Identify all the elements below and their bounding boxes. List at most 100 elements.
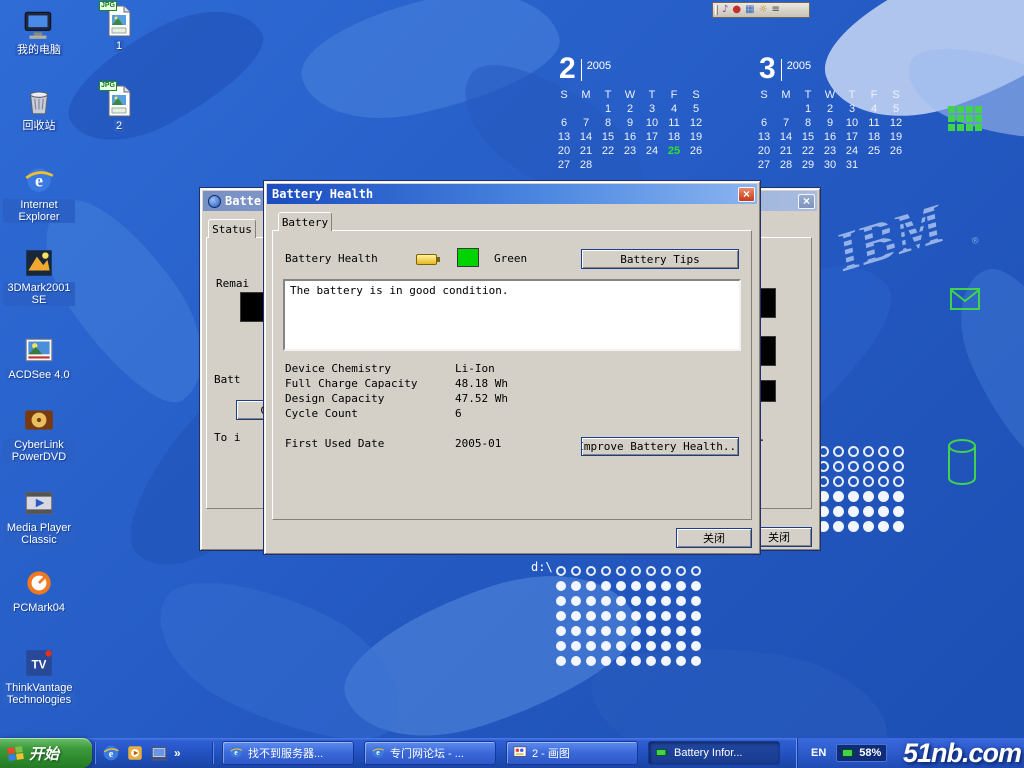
calendar-day: 5 [885, 102, 907, 116]
health-status-swatch [457, 248, 479, 267]
language-indicator[interactable]: EN [811, 747, 826, 759]
dot [661, 611, 671, 621]
battery-information-title: Batte [225, 194, 261, 208]
tab-status[interactable]: Status [208, 219, 256, 238]
calendar-dow: S [753, 88, 775, 102]
dots-pattern [556, 566, 701, 666]
calendar-day [863, 158, 885, 172]
close-icon[interactable]: × [798, 194, 815, 209]
internet-explorer-icon: e [22, 163, 56, 197]
calendar-day: 20 [553, 144, 575, 158]
calendar-day: 18 [863, 130, 885, 144]
menu-icon[interactable]: ≡ [772, 3, 780, 17]
calendar-dow: S [553, 88, 575, 102]
calendar-day: 25 [663, 144, 685, 158]
calendar-day: 6 [553, 116, 575, 130]
calendar-dow: S [685, 88, 707, 102]
battery-health-titlebar[interactable]: Battery Health × [267, 184, 757, 204]
calendar-day: 19 [685, 130, 707, 144]
dot [556, 596, 566, 606]
desktop-icon-pcmark04[interactable]: PCMark04 [2, 566, 76, 614]
taskbar-task-2[interactable]: e专门网论坛 - ... [364, 741, 496, 765]
desktop-file-jpg-file-2[interactable]: JPG2 [100, 84, 138, 132]
dot [676, 656, 686, 666]
dot [601, 596, 611, 606]
database-cylinder-icon [946, 438, 978, 486]
desktop-icon-acdsee[interactable]: ACDSee 4.0 [2, 333, 76, 381]
calendar-dow: T [797, 88, 819, 102]
desktop-icon-label: 我的电脑 [15, 44, 63, 56]
toolbar-grip[interactable] [715, 5, 718, 15]
taskbar-task-4[interactable]: Battery Infor... [648, 741, 780, 765]
desktop-icon-thinkvantage-technologies[interactable]: TVThinkVantage Technologies [2, 646, 76, 706]
calendar-day: 9 [819, 116, 841, 130]
battery-tray-indicator[interactable]: 58% [836, 744, 887, 762]
desktop-icon-internet-explorer[interactable]: eInternet Explorer [2, 163, 76, 223]
media-player-quicklaunch-icon[interactable] [126, 744, 144, 762]
desktop-icon-my-computer[interactable]: 我的电脑 [2, 8, 76, 56]
taskbar-task-1[interactable]: e 找不到服务器... [222, 741, 354, 765]
calendar-day: 22 [797, 144, 819, 158]
dot [646, 641, 656, 651]
volume-icon[interactable]: ♪ [722, 3, 728, 17]
desktop-icon-media-player-classic[interactable]: Media Player Classic [2, 486, 76, 546]
calendar-day: 25 [863, 144, 885, 158]
display-icon[interactable]: ▦ [745, 3, 754, 17]
desktop-icon-label: 回收站 [21, 120, 58, 132]
file-label: 2 [114, 120, 124, 132]
taskbar-task-3[interactable]: 2 - 画图 [506, 741, 638, 765]
calendar-dow: F [663, 88, 685, 102]
jpg-file-icon: JPG [103, 4, 135, 38]
task-label: 找不到服务器... [248, 745, 323, 761]
close-icon[interactable]: × [738, 187, 755, 202]
calendar-day: 7 [775, 116, 797, 130]
calendar-day: 23 [619, 144, 641, 158]
tab-battery[interactable]: Battery [278, 212, 332, 231]
desktop-icon-recycle-bin[interactable]: 回收站 [2, 84, 76, 132]
calendar-day: 13 [753, 130, 775, 144]
show-desktop-icon[interactable] [150, 744, 168, 762]
battery-task-icon [655, 745, 669, 762]
dot [556, 581, 566, 591]
dot [878, 491, 889, 502]
start-button[interactable]: 开始 [0, 738, 92, 768]
desktop-icon-3dmark2001-se[interactable]: 3DMark2001 SE [2, 246, 76, 306]
ie-quicklaunch-icon[interactable]: e [102, 744, 120, 762]
desktop-icon-label: Internet Explorer [3, 199, 75, 223]
calendar-day [597, 158, 619, 172]
dot [833, 446, 844, 457]
calendar-day: 16 [619, 130, 641, 144]
taskbar-separator [94, 742, 96, 764]
leaf-shape [291, 0, 568, 136]
desktop: 22005SMTWTFS1234567891011121314151617181… [0, 0, 1024, 768]
improve-battery-health-button[interactable]: Improve Battery Health... [581, 437, 739, 456]
desktop-file-jpg-file-1[interactable]: JPG1 [100, 4, 138, 52]
dot [571, 596, 581, 606]
dot [586, 656, 596, 666]
dot [833, 491, 844, 502]
condition-textbox[interactable]: The battery is in good condition. [283, 279, 741, 351]
ie-task-icon: e [229, 745, 243, 762]
brightness-icon[interactable]: ☼ [759, 3, 768, 17]
ibm-logo: IBM ® [828, 178, 994, 295]
desktop-icon-cyberlink-powerdvd[interactable]: CyberLink PowerDVD [2, 403, 76, 463]
calendar-day: 13 [553, 130, 575, 144]
quick-launch-overflow-chevron[interactable]: » [174, 746, 181, 760]
calendar-day: 22 [597, 144, 619, 158]
dot [586, 581, 596, 591]
file-type-badge: JPG [99, 1, 117, 11]
dot [848, 491, 859, 502]
tray-battery-icon [842, 748, 855, 758]
mini-toolbar[interactable]: ♪ ● ▦ ☼ ≡ [712, 2, 810, 18]
desktop-icon-label: Media Player Classic [3, 522, 75, 546]
health-status-text: Green [494, 252, 527, 265]
dot [878, 446, 889, 457]
detail-label: Full Charge Capacity [285, 377, 417, 390]
close-dialog-button[interactable]: 关闭 [676, 528, 752, 548]
record-icon[interactable]: ● [732, 3, 741, 17]
battery-tips-button[interactable]: Battery Tips [581, 249, 739, 269]
calendar-day: 20 [753, 144, 775, 158]
dot [616, 581, 626, 591]
battery-label-fragment: Batt [214, 373, 241, 386]
calendar-dow: T [641, 88, 663, 102]
